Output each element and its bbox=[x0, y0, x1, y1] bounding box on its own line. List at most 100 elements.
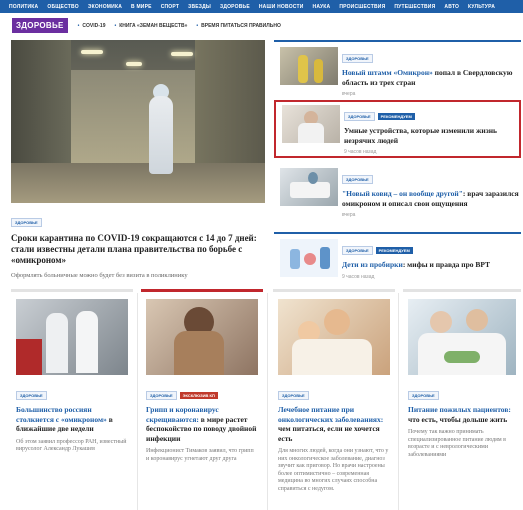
category-badge[interactable]: ЗДОРОВЬЕ bbox=[408, 391, 439, 400]
nav-item[interactable]: Культура bbox=[468, 4, 495, 10]
feature-lead: Оформлять больничные можно будет без виз… bbox=[11, 272, 188, 279]
tag-link[interactable]: КНИГА «ЗЕМАН ВЕЩЕСТВ» bbox=[114, 23, 187, 29]
news-title-highlight: Новый штамм «Омикрон» bbox=[342, 68, 433, 77]
photo-figure bbox=[444, 351, 480, 363]
card-photo bbox=[278, 299, 390, 375]
nav-item[interactable]: Политика bbox=[9, 4, 38, 10]
card-title-rest: что есть, чтобы дольше жить bbox=[408, 414, 508, 424]
top-navigation: Политика Общество Экономика В мире Спорт Звез… bbox=[0, 0, 523, 13]
photo-person bbox=[149, 96, 173, 174]
photo-light bbox=[171, 52, 193, 56]
category-badge[interactable]: ЗДОРОВЬЕ bbox=[342, 246, 373, 255]
news-item-highlighted[interactable]: ЗДОРОВЬЕ РЕКОМЕНДУЕМ Умные устройства, ко… bbox=[274, 100, 521, 158]
section-tags: COVID-19 КНИГА «ЗЕМАН ВЕЩЕСТВ» ВРЕМЯ ПИТ… bbox=[78, 23, 290, 29]
card-description: Об этом заявил профессор РАН, известный … bbox=[16, 438, 127, 453]
nav-item[interactable]: Путешествия bbox=[394, 4, 435, 10]
news-title-rest: Умные устройства, которые изменили жизнь… bbox=[344, 126, 498, 145]
exclusive-badge: ЭКСКЛЮЗИВ КП bbox=[179, 392, 218, 399]
nav-item[interactable]: В мире bbox=[131, 4, 152, 10]
feature-article[interactable]: ЗДОРОВЬЕ Сроки карантина по COVID-19 сок… bbox=[11, 40, 265, 284]
news-time: вчера bbox=[342, 91, 356, 97]
news-card[interactable]: ЗДОРОВЬЕ ЭКСКЛЮЗИВ КП Грипп и коронавирус… bbox=[141, 289, 263, 510]
thumb-figure bbox=[320, 247, 330, 269]
nav-item[interactable]: Наши новости bbox=[259, 4, 304, 10]
nav-item[interactable]: Спорт bbox=[161, 4, 179, 10]
card-photo bbox=[146, 299, 258, 375]
news-item[interactable]: ЗДОРОВЬЕ "Новый ковид – он вообще другой… bbox=[274, 164, 521, 226]
nav-item[interactable]: Здоровье bbox=[220, 4, 250, 10]
card-top-line bbox=[273, 289, 395, 292]
recommend-badge: РЕКОМЕНДУЕМ bbox=[375, 247, 413, 254]
recommend-badge: РЕКОМЕНДУЕМ bbox=[377, 113, 415, 120]
photo-floor bbox=[11, 163, 265, 203]
news-title[interactable]: Умные устройства, которые изменили жизнь… bbox=[344, 126, 519, 145]
category-badge[interactable]: ЗДОРОВЬЕ bbox=[342, 175, 373, 184]
news-thumbnail bbox=[282, 105, 340, 143]
news-thumbnail bbox=[280, 168, 338, 206]
card-title[interactable]: Большинство россиян столкнется с «омикро… bbox=[16, 405, 128, 434]
category-badge[interactable]: ЗДОРОВЬЕ bbox=[344, 112, 375, 121]
column-divider bbox=[398, 293, 399, 510]
feature-title[interactable]: Сроки карантина по COVID-19 сокращаются … bbox=[11, 233, 265, 266]
feature-photo[interactable] bbox=[11, 40, 265, 203]
column-divider bbox=[267, 293, 268, 510]
photo-figure bbox=[174, 331, 224, 375]
news-card[interactable]: ЗДОРОВЬЕ Большинство россиян столкнется … bbox=[11, 289, 133, 510]
nav-item[interactable]: Наука bbox=[313, 4, 331, 10]
news-title-highlight: Дети из пробирки bbox=[342, 260, 403, 269]
card-description: Инфекционист Тимаков заявил, что грипп и… bbox=[146, 448, 254, 462]
news-thumbnail bbox=[280, 47, 338, 85]
nav-item[interactable]: Происшествия bbox=[339, 4, 385, 10]
card-title[interactable]: Грипп и коронавирус скрещиваются: в мире… bbox=[146, 405, 258, 443]
news-card[interactable]: ЗДОРОВЬЕ Питание пожилых пациентов: что … bbox=[403, 289, 521, 510]
card-top-line bbox=[141, 289, 263, 292]
card-description: Для многих людей, когда они узнают, что … bbox=[278, 448, 389, 492]
bottom-cards: ЗДОРОВЬЕ Большинство россиян столкнется … bbox=[11, 289, 521, 510]
section-logo[interactable]: ЗДОРОВЬЕ bbox=[12, 18, 68, 33]
nav-item[interactable]: Экономика bbox=[88, 4, 122, 10]
column-divider bbox=[274, 232, 521, 234]
card-top-line bbox=[403, 289, 521, 292]
category-badge[interactable]: ЗДОРОВЬЕ bbox=[146, 391, 177, 400]
category-badge[interactable]: ЗДОРОВЬЕ bbox=[11, 218, 42, 227]
news-item[interactable]: ЗДОРОВЬЕ Новый штамм «Омикрон» попал в С… bbox=[274, 43, 521, 97]
category-badge[interactable]: ЗДОРОВЬЕ bbox=[278, 391, 309, 400]
photo-figure bbox=[292, 339, 372, 375]
news-time: вчера bbox=[342, 212, 356, 218]
card-title-highlight: Лечебное питание при онкологических забо… bbox=[278, 405, 384, 424]
thumb-figure bbox=[298, 123, 324, 143]
tag-link[interactable]: COVID-19 bbox=[78, 23, 105, 29]
card-title[interactable]: Питание пожилых пациентов: что есть, что… bbox=[408, 405, 516, 424]
card-title-highlight: Питание пожилых пациентов: bbox=[408, 405, 511, 414]
photo-figure bbox=[466, 309, 488, 331]
news-title-highlight: "Новый ковид – он вообще другой" bbox=[342, 189, 463, 198]
thumb-figure bbox=[304, 253, 316, 265]
nav-item[interactable]: Авто bbox=[444, 4, 459, 10]
thumb-figure bbox=[314, 59, 323, 83]
photo-figure bbox=[46, 313, 68, 373]
photo-light bbox=[126, 62, 142, 66]
news-title[interactable]: "Новый ковид – он вообще другой": врач з… bbox=[342, 189, 521, 208]
news-title[interactable]: Дети из пробирки: мифы и правда про ВРТ bbox=[342, 260, 521, 270]
news-title-rest: : мифы и правда про ВРТ bbox=[402, 260, 491, 269]
thumb-figure bbox=[298, 55, 308, 83]
nav-item[interactable]: Общество bbox=[47, 4, 78, 10]
card-title[interactable]: Лечебное питание при онкологических забо… bbox=[278, 405, 390, 443]
card-description: Почему так важно принимать специализиров… bbox=[408, 429, 507, 458]
photo-figure bbox=[16, 339, 42, 375]
photo-figure bbox=[430, 311, 452, 333]
tag-link[interactable]: ВРЕМЯ ПИТАТЬСЯ ПРАВИЛЬНО bbox=[196, 23, 281, 29]
news-thumbnail bbox=[280, 239, 338, 277]
news-time: 9 часов назад bbox=[342, 273, 375, 280]
news-item[interactable]: ЗДОРОВЬЕ РЕКОМЕНДУЕМ Дети из пробирки: ми… bbox=[274, 235, 521, 285]
news-card[interactable]: ЗДОРОВЬЕ Лечебное питание при онкологиче… bbox=[273, 289, 395, 510]
news-title[interactable]: Новый штамм «Омикрон» попал в Свердловск… bbox=[342, 68, 521, 87]
category-badge[interactable]: ЗДОРОВЬЕ bbox=[342, 54, 373, 63]
card-title-highlight: Большинство россиян столкнется с «омикро… bbox=[16, 405, 107, 424]
thumb-figure bbox=[308, 172, 318, 184]
card-top-line bbox=[11, 289, 133, 292]
card-title-rest: чем питаться, если не хочется есть bbox=[278, 424, 380, 443]
card-photo bbox=[16, 299, 128, 375]
nav-item[interactable]: Звезды bbox=[188, 4, 211, 10]
category-badge[interactable]: ЗДОРОВЬЕ bbox=[16, 391, 47, 400]
